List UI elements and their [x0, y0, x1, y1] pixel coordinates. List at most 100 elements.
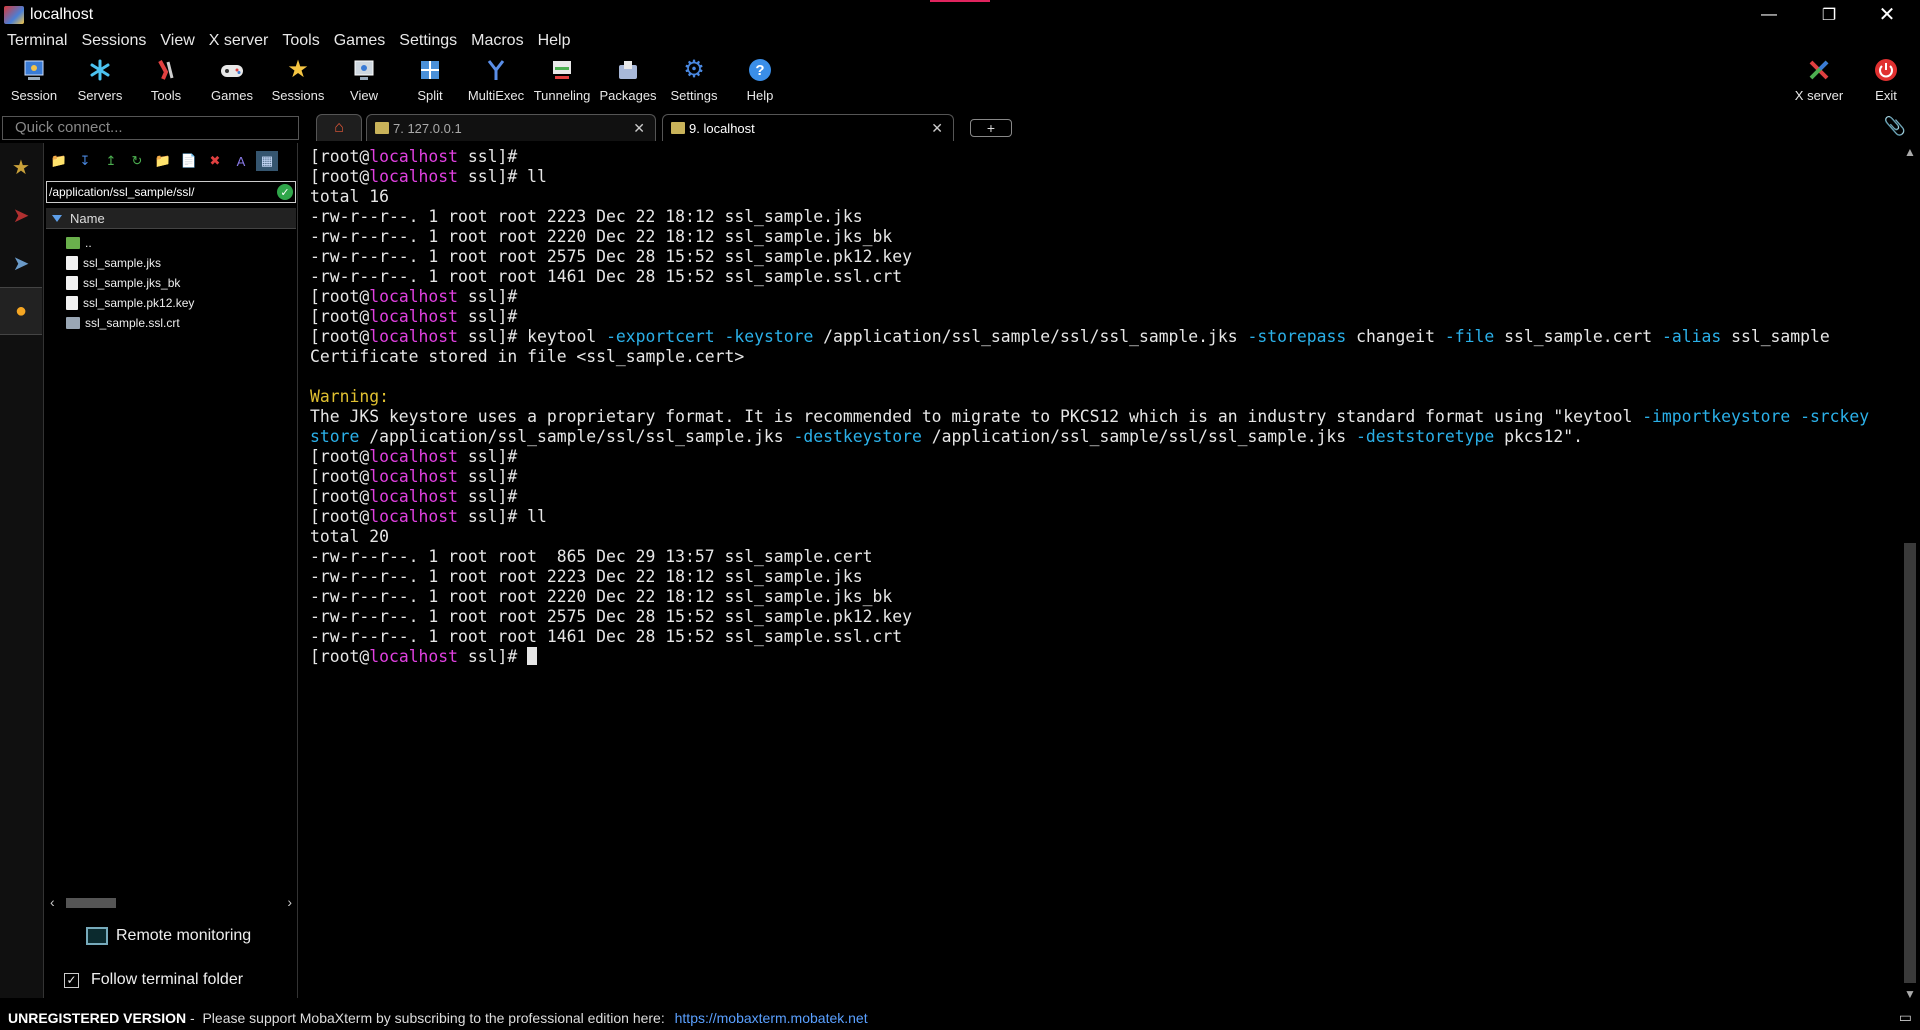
new-tab-button[interactable]: + — [970, 119, 1012, 137]
command-text: ll — [517, 507, 547, 526]
help-button[interactable]: ? Help — [727, 53, 793, 109]
games-button[interactable]: Games — [199, 53, 265, 109]
view-toggle-icon[interactable]: ▦ — [256, 151, 278, 171]
menu-tools[interactable]: Tools — [275, 32, 326, 50]
remote-monitoring-button[interactable]: Remote monitoring — [86, 924, 286, 948]
terminal-line: Warning: — [310, 387, 1900, 407]
menu-help[interactable]: Help — [531, 32, 578, 50]
file-item[interactable]: ssl_sample.pk12.key — [66, 293, 296, 313]
terminal-cursor — [527, 647, 538, 665]
terminal-icon — [671, 122, 685, 134]
menu-sessions[interactable]: Sessions — [74, 32, 153, 50]
xserver-button[interactable]: X server — [1786, 53, 1852, 109]
scroll-left-icon[interactable]: ‹ — [50, 894, 55, 910]
sftp-side-tab[interactable]: ● — [0, 287, 42, 335]
prompt-host: localhost — [369, 287, 459, 306]
packages-button[interactable]: Packages — [595, 53, 661, 109]
menu-view[interactable]: View — [153, 32, 201, 50]
prompt-user: [root@ — [310, 647, 370, 666]
tools-button[interactable]: Tools — [133, 53, 199, 109]
file-item-parent[interactable]: .. — [66, 233, 296, 253]
scroll-up-icon[interactable]: ▲ — [1904, 145, 1916, 159]
delete-icon[interactable]: ✖ — [204, 151, 226, 171]
refresh-icon[interactable]: ↻ — [126, 151, 148, 171]
terminal-line: [root@localhost ssl]# — [310, 307, 1900, 327]
close-tab-icon[interactable]: ✕ — [633, 120, 645, 137]
terminal-scrollbar[interactable]: ▲ ▼ — [1900, 143, 1920, 1003]
terminal-line: -rw-r--r--. 1 root root 2223 Dec 22 18:1… — [310, 207, 1900, 227]
new-folder-icon[interactable]: 📁 — [152, 151, 174, 171]
path-ok-icon: ✓ — [277, 184, 293, 200]
checkbox-checked[interactable]: ✓ — [64, 972, 79, 988]
follow-terminal-folder-checkbox[interactable]: ✓ Follow terminal folder — [64, 969, 294, 991]
monitor-status-icon[interactable]: ▭ — [1899, 1009, 1912, 1026]
prompt-dir: ssl]# — [458, 327, 518, 346]
scroll-right-icon[interactable]: › — [287, 894, 292, 910]
quick-connect-input[interactable]: Quick connect... — [2, 116, 299, 140]
exit-button[interactable]: Exit — [1853, 53, 1919, 109]
download-icon[interactable]: ↧ — [74, 151, 96, 171]
file-item[interactable]: ssl_sample.jks — [66, 253, 296, 273]
attachment-icon[interactable]: 📎 — [1884, 116, 1906, 137]
settings-button[interactable]: ⚙ Settings — [661, 53, 727, 109]
scroll-down-icon[interactable]: ▼ — [1904, 987, 1916, 1001]
monitor-icon — [86, 927, 108, 945]
parent-folder-icon[interactable]: 📁 — [48, 151, 70, 171]
close-button[interactable]: ✕ — [1858, 0, 1916, 29]
menu-xserver[interactable]: X server — [202, 32, 276, 50]
upload-icon[interactable]: ↥ — [100, 151, 122, 171]
file-item[interactable]: ssl_sample.ssl.crt — [66, 313, 296, 333]
tools-side-tab[interactable]: ➤ — [0, 191, 42, 239]
tab-session-7[interactable]: 7. 127.0.0.1 ✕ — [366, 114, 656, 141]
multiexec-icon — [483, 57, 509, 83]
terminal-line: -rw-r--r--. 1 root root 2575 Dec 28 15:5… — [310, 247, 1900, 267]
home-tab[interactable]: ⌂ — [316, 114, 362, 141]
terminal-output[interactable]: [root@localhost ssl]# [root@localhost ssl… — [303, 143, 1900, 1003]
menu-games[interactable]: Games — [327, 32, 393, 50]
sessions-button[interactable]: ★ Sessions — [265, 53, 331, 109]
minimize-button[interactable]: — — [1740, 0, 1798, 29]
new-file-icon[interactable]: 📄 — [178, 151, 200, 171]
restore-button[interactable]: ❐ — [1800, 0, 1858, 29]
session-button[interactable]: Session — [1, 53, 67, 109]
file-item[interactable]: ssl_sample.jks_bk — [66, 273, 296, 293]
mobatek-link[interactable]: https://mobaxterm.mobatek.net — [675, 1010, 868, 1026]
option-text: store — [310, 427, 360, 446]
packages-icon — [615, 57, 641, 83]
view-button[interactable]: View — [331, 53, 397, 109]
sftp-path-input[interactable]: /application/ssl_sample/ssl/ ✓ — [46, 181, 296, 203]
menu-terminal[interactable]: Terminal — [0, 32, 74, 50]
split-button[interactable]: Split — [397, 53, 463, 109]
rename-icon[interactable]: A — [230, 151, 252, 171]
menu-macros[interactable]: Macros — [464, 32, 530, 50]
name-column-header[interactable]: Name — [46, 208, 296, 229]
terminal-line: total 20 — [310, 527, 1900, 547]
unregistered-label: UNREGISTERED VERSION — [8, 1009, 187, 1026]
scrollbar-thumb[interactable] — [1904, 543, 1916, 983]
macros-side-tab[interactable]: ➤ — [0, 239, 42, 287]
scrollbar-thumb[interactable] — [66, 898, 116, 908]
prompt-dir: ssl]# — [458, 467, 518, 486]
prompt-host: localhost — [369, 167, 459, 186]
sort-arrow-icon — [52, 215, 62, 222]
session-tab-bar: ⌂ 7. 127.0.0.1 ✕ 9. localhost ✕ + 📎 — [302, 112, 1920, 143]
output-text: -rw-r--r--. 1 root root 1461 Dec 28 15:5… — [310, 267, 903, 286]
servers-button[interactable]: Servers — [67, 53, 133, 109]
menu-settings[interactable]: Settings — [392, 32, 464, 50]
tunneling-button[interactable]: Tunneling — [529, 53, 595, 109]
command-text: ll — [517, 167, 547, 186]
option-text: -keystore — [724, 327, 814, 346]
terminal-line: -rw-r--r--. 1 root root 2220 Dec 22 18:1… — [310, 587, 1900, 607]
terminal-line: store /application/ssl_sample/ssl/ssl_sa… — [310, 427, 1900, 447]
output-text: -rw-r--r--. 1 root root 2223 Dec 22 18:1… — [310, 567, 863, 586]
horizontal-scrollbar[interactable]: ‹ › — [46, 894, 296, 912]
tab-session-9[interactable]: 9. localhost ✕ — [662, 114, 954, 141]
terminal-line: [root@localhost ssl]# — [310, 467, 1900, 487]
prompt-user: [root@ — [310, 167, 370, 186]
sessions-side-tab[interactable]: ★ — [0, 143, 42, 191]
terminal-line: [root@localhost ssl]# — [310, 487, 1900, 507]
close-tab-icon[interactable]: ✕ — [931, 120, 943, 137]
multiexec-button[interactable]: MultiExec — [463, 53, 529, 109]
sftp-icon: ● — [14, 299, 28, 322]
window-title: localhost — [30, 5, 94, 23]
